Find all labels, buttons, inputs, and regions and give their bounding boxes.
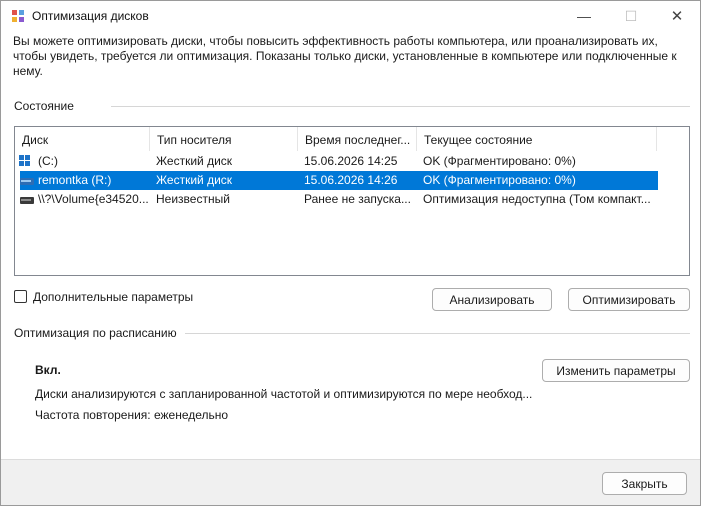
schedule-group-label: Оптимизация по расписанию — [14, 326, 177, 340]
maximize-button[interactable]: ☐ — [608, 1, 654, 31]
schedule-group-divider — [185, 333, 690, 334]
title-bar: Оптимизация дисков — ☐ ✕ — [1, 1, 700, 31]
minimize-button[interactable]: — — [561, 1, 607, 31]
drives-list[interactable]: Диск Тип носителя Время последнег... Тек… — [14, 126, 690, 276]
description-text: Вы можете оптимизировать диски, чтобы по… — [13, 34, 677, 78]
drive-media-type: Жесткий диск — [156, 173, 233, 187]
main-content: Вы можете оптимизировать диски, чтобы по… — [1, 31, 700, 459]
change-settings-button[interactable]: Изменить параметры — [542, 359, 690, 382]
removable-drive-icon — [20, 178, 34, 185]
column-header-media-type[interactable]: Тип носителя — [150, 127, 298, 151]
drive-name: (C:) — [38, 154, 58, 168]
drive-row-r[interactable]: remontka (R:) Жесткий диск 15.06.2026 14… — [20, 171, 658, 190]
drive-row-c[interactable]: (C:) Жесткий диск 15.06.2026 14:25 OK (Ф… — [15, 152, 689, 171]
advanced-options-checkbox[interactable] — [14, 290, 27, 303]
drive-media-type: Жесткий диск — [156, 154, 233, 168]
optimize-drives-window: Оптимизация дисков — ☐ ✕ Вы можете оптим… — [0, 0, 701, 506]
drive-name: remontka (R:) — [38, 173, 112, 187]
drive-last-run: Ранее не запуска... — [304, 192, 411, 206]
drive-current-state: OK (Фрагментировано: 0%) — [423, 173, 576, 187]
defrag-app-icon — [12, 10, 24, 22]
drive-current-state: OK (Фрагментировано: 0%) — [423, 154, 576, 168]
drive-last-run: 15.06.2026 14:26 — [304, 173, 398, 187]
close-button[interactable]: Закрыть — [602, 472, 687, 495]
unknown-drive-icon — [20, 197, 34, 204]
close-window-button[interactable]: ✕ — [654, 1, 700, 31]
status-group-label: Состояние — [14, 99, 74, 113]
windows-drive-icon — [19, 155, 30, 166]
schedule-status: Вкл. — [35, 363, 61, 377]
drive-current-state: Оптимизация недоступна (Том компакт... — [423, 192, 651, 206]
column-header-current-state[interactable]: Текущее состояние — [417, 127, 657, 151]
schedule-frequency: Частота повторения: еженедельно — [35, 408, 229, 422]
drive-name: \\?\Volume{e34520... — [38, 192, 148, 206]
optimize-button[interactable]: Оптимизировать — [568, 288, 690, 311]
schedule-info: Диски анализируются с запланированной ча… — [35, 387, 533, 401]
advanced-options-label[interactable]: Дополнительные параметры — [33, 290, 193, 304]
dialog-footer: Закрыть — [1, 459, 700, 505]
analyze-button[interactable]: Анализировать — [432, 288, 552, 311]
drive-row-volume[interactable]: \\?\Volume{e34520... Неизвестный Ранее н… — [15, 190, 689, 209]
column-header-last-run[interactable]: Время последнег... — [298, 127, 417, 151]
column-header-disk[interactable]: Диск — [15, 127, 150, 151]
drive-last-run: 15.06.2026 14:25 — [304, 154, 398, 168]
window-title: Оптимизация дисков — [32, 9, 149, 23]
status-group-divider — [111, 106, 690, 107]
drives-list-header: Диск Тип носителя Время последнег... Тек… — [15, 127, 689, 151]
drive-media-type: Неизвестный — [156, 192, 230, 206]
